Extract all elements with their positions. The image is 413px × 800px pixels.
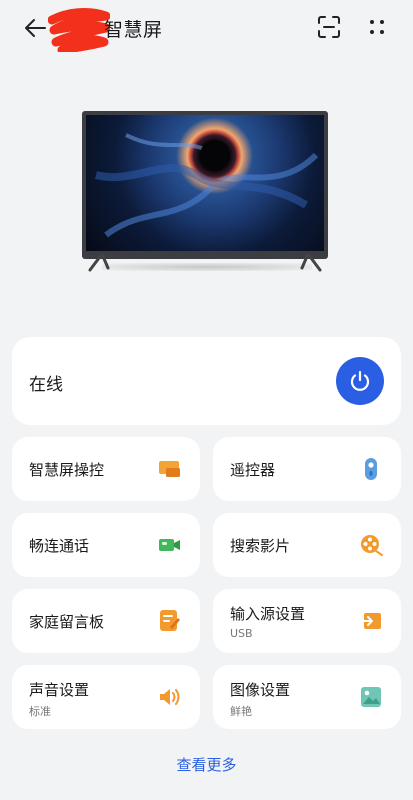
power-button[interactable] xyxy=(336,357,384,405)
tile-input-source[interactable]: 输入源设置 USB xyxy=(213,589,401,653)
power-icon xyxy=(350,370,370,391)
online-status-label: 在线 xyxy=(29,375,63,395)
tile-screen-control[interactable]: 智慧屏操控 xyxy=(12,437,200,501)
more-dots-icon[interactable] xyxy=(364,14,390,40)
tile-sub-value: 标准 xyxy=(29,705,51,718)
message-board-icon xyxy=(158,609,182,633)
view-more-link[interactable]: 查看更多 xyxy=(0,754,413,775)
input-source-icon xyxy=(359,609,383,633)
redaction-scribble xyxy=(48,8,110,52)
tile-label: 遥控器 xyxy=(230,461,276,479)
back-arrow-icon[interactable] xyxy=(20,13,50,43)
tile-sound-settings[interactable]: 声音设置 标准 xyxy=(12,665,200,729)
video-call-icon xyxy=(158,533,182,557)
tv-illustration xyxy=(82,108,332,273)
tv-shadow xyxy=(102,263,312,271)
tile-message-board[interactable]: 家庭留言板 xyxy=(12,589,200,653)
tile-label: 畅连通话 xyxy=(29,537,90,555)
tile-sub-value: USB xyxy=(230,627,253,640)
film-reel-icon xyxy=(359,533,383,557)
tile-label: 声音设置 xyxy=(29,681,90,699)
speaker-icon xyxy=(158,685,182,709)
image-icon xyxy=(359,685,383,709)
status-card: 在线 xyxy=(12,337,401,425)
tile-label: 家庭留言板 xyxy=(29,613,105,631)
tile-search-movies[interactable]: 搜索影片 xyxy=(213,513,401,577)
tile-label: 搜索影片 xyxy=(230,537,291,555)
tile-video-call[interactable]: 畅连通话 xyxy=(12,513,200,577)
tv-bezel xyxy=(82,111,328,259)
screen-control-icon xyxy=(158,457,182,481)
tile-image-settings[interactable]: 图像设置 鲜艳 xyxy=(213,665,401,729)
tile-sub-value: 鲜艳 xyxy=(230,705,252,718)
tile-label: 图像设置 xyxy=(230,681,291,699)
scan-frame-icon[interactable] xyxy=(316,14,342,40)
header: 智慧屏 xyxy=(0,0,413,58)
tile-remote[interactable]: 遥控器 xyxy=(213,437,401,501)
page-title: 智慧屏 xyxy=(104,19,163,41)
tile-label: 智慧屏操控 xyxy=(29,461,105,479)
tile-label: 输入源设置 xyxy=(230,605,306,623)
remote-icon xyxy=(359,457,383,481)
tv-screen-image xyxy=(86,115,324,251)
